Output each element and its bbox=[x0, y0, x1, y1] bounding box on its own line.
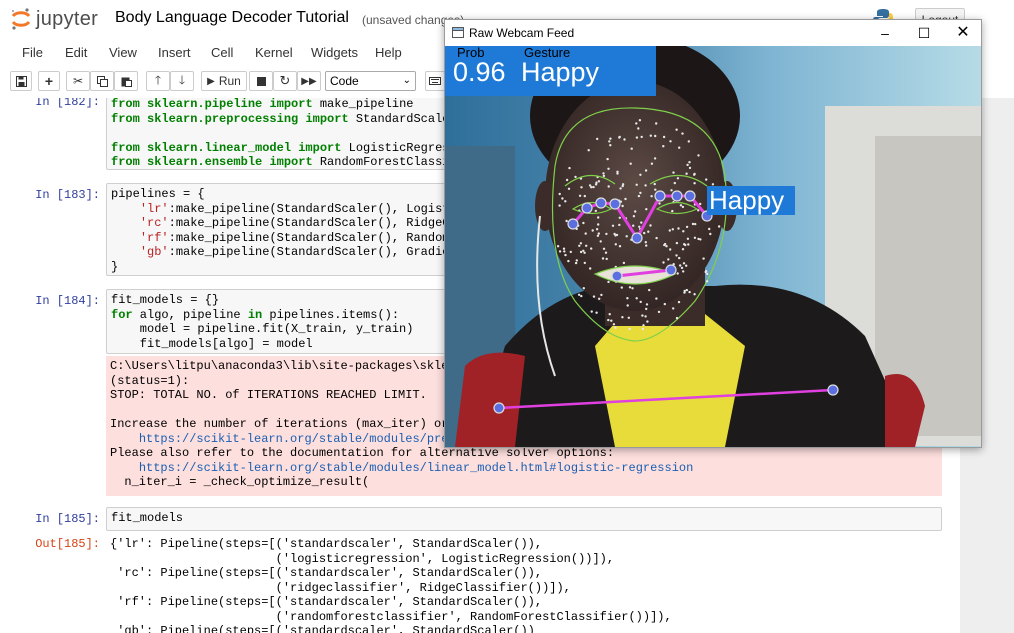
restart-button[interactable]: ↻ bbox=[273, 71, 297, 91]
stop-icon bbox=[256, 76, 266, 86]
menu-file[interactable]: File bbox=[22, 45, 43, 60]
move-down-button[interactable]: 🡓 bbox=[170, 71, 194, 91]
save-icon bbox=[15, 75, 27, 87]
maximize-icon[interactable]: ☐ bbox=[910, 23, 938, 43]
menu-widgets[interactable]: Widgets bbox=[311, 45, 358, 60]
menu-edit[interactable]: Edit bbox=[65, 45, 87, 60]
code-cell-185[interactable]: fit_models bbox=[106, 507, 942, 531]
prob-value: 0.96 bbox=[453, 57, 506, 87]
save-button[interactable] bbox=[10, 71, 32, 91]
cell-prompt: In [182]: bbox=[35, 98, 100, 109]
restart-icon: ↻ bbox=[279, 73, 291, 88]
run-icon: ▶ bbox=[207, 75, 215, 87]
insert-cell-button[interactable]: + bbox=[38, 71, 60, 91]
cell-prompt: In [183]: bbox=[35, 188, 100, 202]
run-label: Run bbox=[218, 74, 241, 88]
cell-output: {'lr': Pipeline(steps=[('standardscaler'… bbox=[106, 534, 676, 633]
docs-link[interactable]: https://scikit-learn.org/stable/modules/… bbox=[139, 461, 694, 475]
menu-view[interactable]: View bbox=[109, 45, 137, 60]
code-line: from sklearn.pipeline import make_pipeli… bbox=[111, 98, 414, 111]
fast-forward-icon: ▶▶ bbox=[301, 75, 317, 87]
code-line: from sklearn.preprocessing import Standa… bbox=[111, 111, 457, 126]
window-titlebar[interactable]: Raw Webcam Feed – ☐ ✕ bbox=[445, 20, 981, 46]
gesture-value: Happy bbox=[521, 57, 600, 87]
menu-cell[interactable]: Cell bbox=[211, 45, 233, 60]
cut-button[interactable]: ✂ bbox=[66, 71, 90, 91]
run-button[interactable]: ▶ Run bbox=[201, 71, 247, 91]
cell-type-value: Code bbox=[330, 74, 359, 88]
jupyter-logo-icon bbox=[11, 8, 31, 30]
paste-icon bbox=[121, 77, 132, 87]
restart-run-all-button[interactable]: ▶▶ bbox=[297, 71, 321, 91]
minimize-icon[interactable]: – bbox=[871, 23, 899, 43]
window-title: Raw Webcam Feed bbox=[469, 26, 575, 40]
command-palette-button[interactable] bbox=[425, 71, 445, 91]
scissors-icon: ✂ bbox=[72, 74, 84, 88]
keyboard-icon bbox=[429, 77, 441, 85]
copy-button[interactable] bbox=[90, 71, 114, 91]
jupyter-logo[interactable]: jupyter bbox=[10, 6, 98, 32]
docs-link[interactable]: https://scikit-learn.org/stable/modules/… bbox=[139, 432, 485, 446]
output-prompt: Out[185]: bbox=[35, 537, 100, 551]
output-text: {'lr': Pipeline(steps=[('standardscaler'… bbox=[110, 537, 672, 633]
cell-type-select[interactable]: Code ⌄ bbox=[325, 71, 416, 91]
interrupt-button[interactable] bbox=[249, 71, 273, 91]
arrow-down-icon: 🡓 bbox=[178, 72, 186, 87]
webcam-feed: Prob Gesture 0.96 Happy Happy bbox=[445, 46, 981, 447]
arrow-up-icon: 🡑 bbox=[154, 72, 162, 87]
code-editor[interactable]: fit_models bbox=[107, 508, 941, 529]
paste-button[interactable] bbox=[114, 71, 138, 91]
menu-insert[interactable]: Insert bbox=[158, 45, 191, 60]
plus-icon: + bbox=[44, 73, 54, 89]
menu-help[interactable]: Help bbox=[375, 45, 402, 60]
cell-prompt: In [185]: bbox=[35, 512, 100, 526]
menu-kernel[interactable]: Kernel bbox=[255, 45, 293, 60]
move-up-button[interactable]: 🡑 bbox=[146, 71, 170, 91]
copy-icon bbox=[96, 75, 108, 87]
chevron-down-icon: ⌄ bbox=[402, 75, 411, 86]
prediction-panel: Prob Gesture 0.96 Happy bbox=[445, 46, 656, 96]
logo-text: jupyter bbox=[36, 7, 99, 30]
notebook-title[interactable]: Body Language Decoder Tutorial bbox=[115, 9, 349, 27]
webcam-frame-image bbox=[445, 46, 981, 447]
face-gesture-label: Happy bbox=[707, 186, 795, 215]
close-icon[interactable]: ✕ bbox=[949, 23, 977, 43]
window-app-icon bbox=[452, 27, 464, 38]
webcam-window[interactable]: Raw Webcam Feed – ☐ ✕ Prob Gesture 0.96 … bbox=[444, 19, 982, 448]
code-line: from sklearn.linear_model import Logisti… bbox=[111, 140, 486, 155]
cell-prompt: In [184]: bbox=[35, 294, 100, 308]
code-line: from sklearn.ensemble import RandomFores… bbox=[111, 155, 486, 169]
